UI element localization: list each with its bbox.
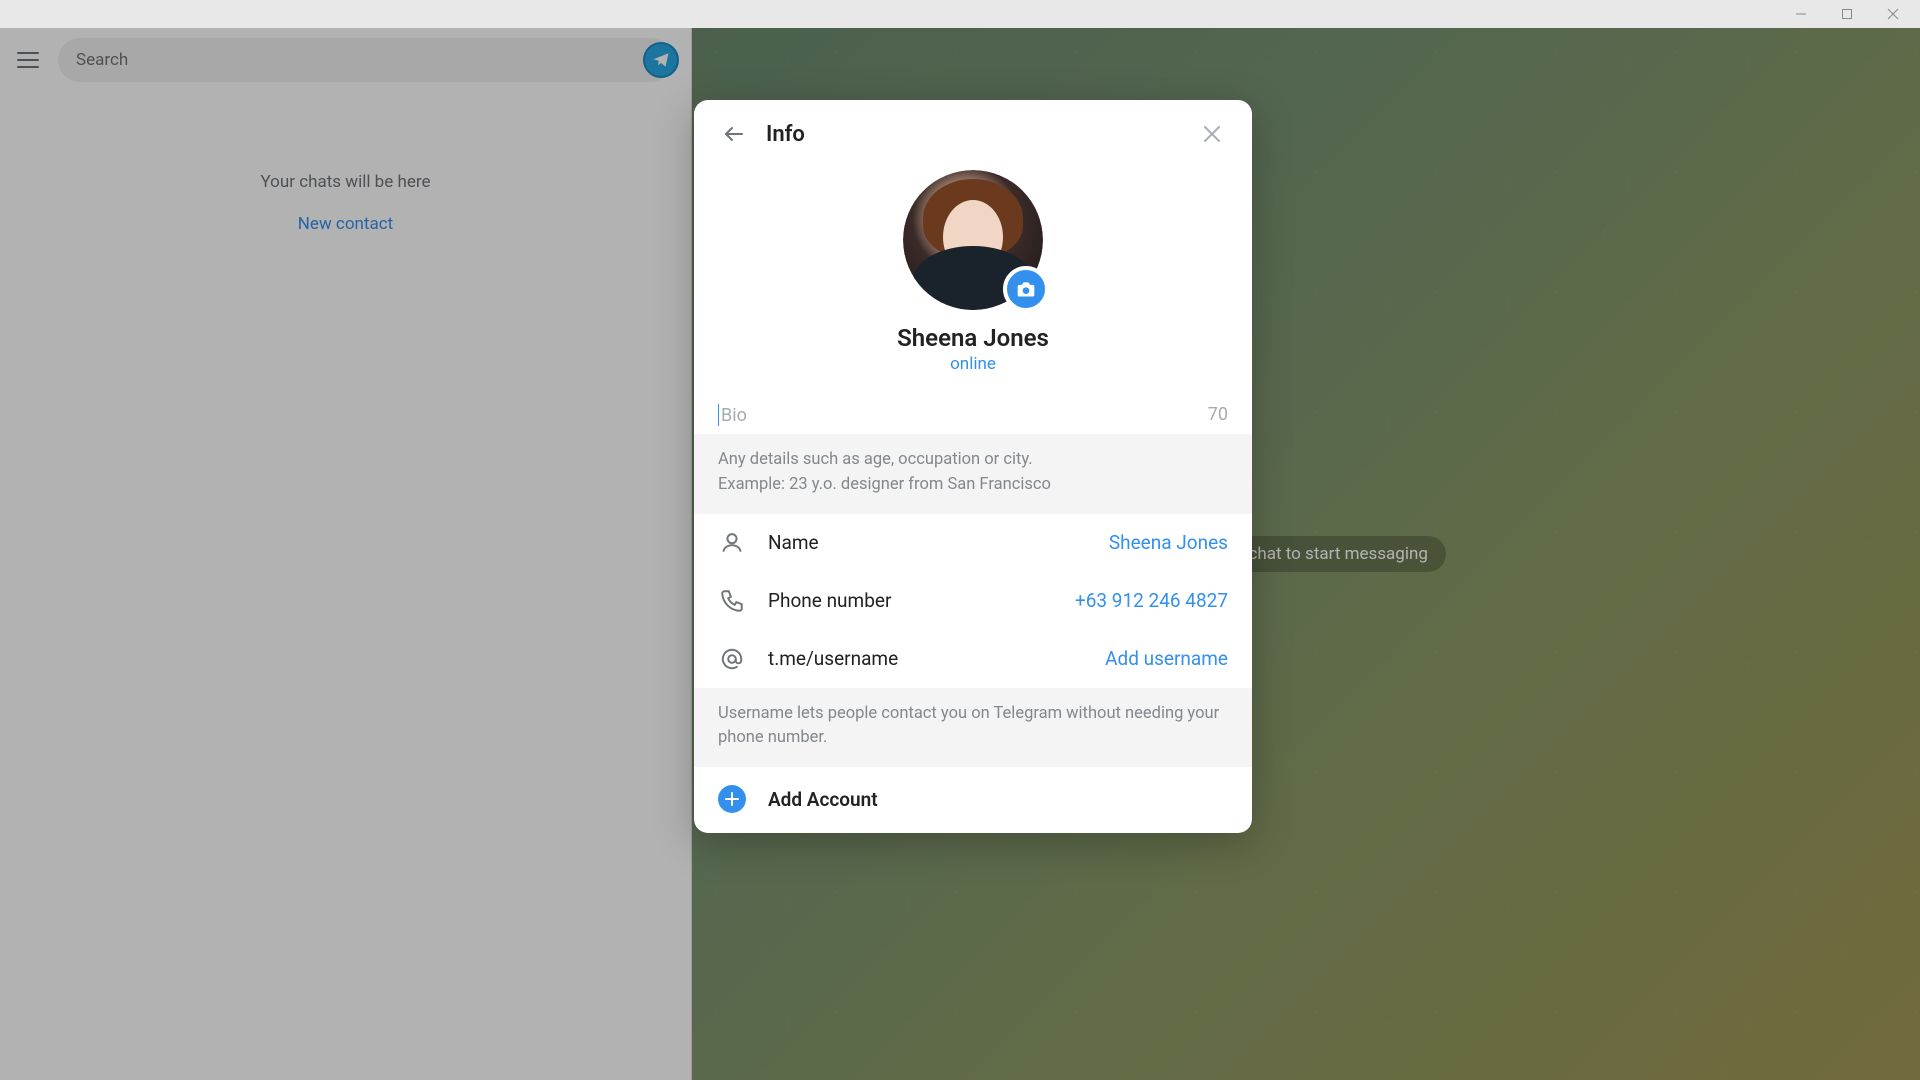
avatar-wrap[interactable] <box>903 170 1043 310</box>
modal-title: Info <box>766 122 1192 147</box>
name-row[interactable]: Name Sheena Jones <box>694 514 1252 572</box>
user-icon <box>718 530 746 556</box>
username-hint: Username lets people contact you on Tele… <box>694 688 1252 768</box>
empty-chats-text: Your chats will be here <box>261 172 431 192</box>
window-close-button[interactable] <box>1870 0 1916 28</box>
new-contact-link[interactable]: New contact <box>298 214 393 234</box>
bio-hint: Any details such as age, occupation or c… <box>694 434 1252 514</box>
username-row[interactable]: t.me/username Add username <box>694 630 1252 688</box>
name-value: Sheena Jones <box>1109 531 1228 554</box>
modal-header: Info <box>694 100 1252 166</box>
bio-hint-line: Example: 23 y.o. designer from San Franc… <box>718 473 1228 498</box>
phone-row[interactable]: Phone number +63 912 246 4827 <box>694 572 1252 630</box>
username-value: Add username <box>1105 647 1228 670</box>
window-titlebar <box>0 0 1920 28</box>
bio-char-count: 70 <box>1208 404 1228 425</box>
username-hint-text: Username lets people contact you on Tele… <box>718 702 1228 752</box>
add-account-row[interactable]: Add Account <box>694 767 1252 833</box>
profile-block: Sheena Jones online <box>694 166 1252 388</box>
app-container: Your chats will be here New contact Sele… <box>0 28 1920 1080</box>
sidebar: Your chats will be here New contact <box>0 28 692 1080</box>
window-maximize-button[interactable] <box>1824 0 1870 28</box>
bio-section[interactable]: Bio 70 <box>694 388 1252 434</box>
text-cursor <box>718 404 719 426</box>
at-icon <box>718 646 746 672</box>
telegram-icon[interactable] <box>643 42 679 78</box>
sidebar-header <box>0 28 691 92</box>
sidebar-body: Your chats will be here New contact <box>0 92 691 1080</box>
profile-name: Sheena Jones <box>897 324 1049 352</box>
plus-icon <box>718 785 746 813</box>
menu-button[interactable] <box>12 44 44 76</box>
username-label: t.me/username <box>768 647 1083 670</box>
phone-label: Phone number <box>768 589 1053 612</box>
add-account-label: Add Account <box>768 788 878 811</box>
back-button[interactable] <box>714 114 754 154</box>
phone-icon <box>718 588 746 614</box>
name-label: Name <box>768 531 1087 554</box>
bio-input[interactable]: Bio <box>718 404 1228 426</box>
bio-placeholder: Bio <box>721 405 747 426</box>
close-button[interactable] <box>1192 114 1232 154</box>
window-minimize-button[interactable] <box>1778 0 1824 28</box>
camera-icon[interactable] <box>1003 266 1049 312</box>
bio-hint-line: Any details such as age, occupation or c… <box>718 448 1228 473</box>
profile-status: online <box>950 354 996 374</box>
search-field-wrap[interactable] <box>58 38 673 82</box>
search-input[interactable] <box>76 50 655 70</box>
info-modal: Info Sheena Jones online <box>694 100 1252 833</box>
phone-value: +63 912 246 4827 <box>1075 589 1228 612</box>
